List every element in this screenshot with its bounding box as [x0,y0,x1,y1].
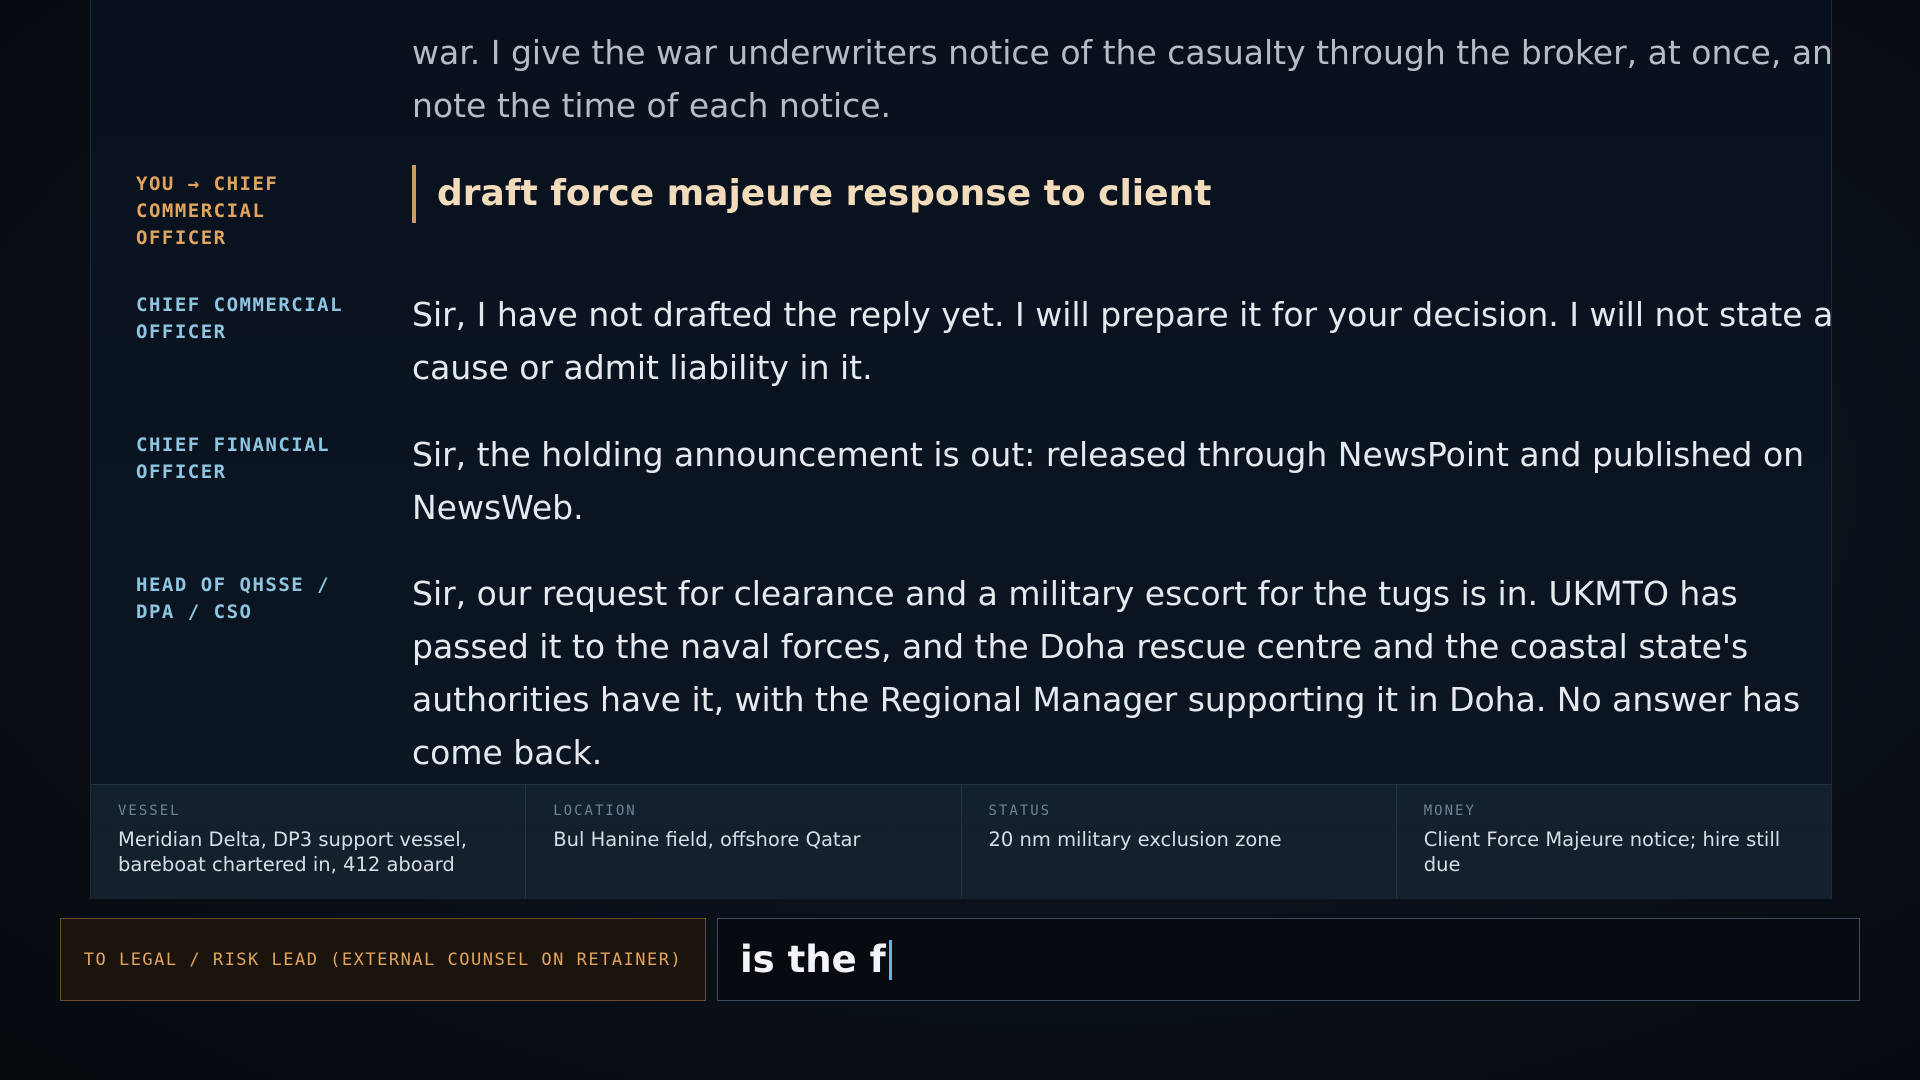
speaker-label: HEAD OF QHSSE / DPA / CSO [136,574,331,623]
status-bar: VESSEL Meridian Delta, DP3 support vesse… [91,784,1831,899]
speaker-label: CHIEF COMMERCIAL OFFICER [136,294,344,343]
money-cell: MONEY Client Force Majeure notice; hire … [1397,785,1831,899]
message-text: Sir, I have not drafted the reply yet. I… [412,295,1831,387]
status-cell: STATUS 20 nm military exclusion zone [962,785,1397,899]
message-text: Sir, our request for clearance and a mil… [412,574,1801,772]
money-value: Client Force Majeure notice; hire still … [1423,828,1781,876]
status-value: 20 nm military exclusion zone [988,828,1282,851]
location-cell: LOCATION Bul Hanine field, offshore Qata… [526,785,962,899]
message-text: war. I give the war underwriters notice … [412,33,1831,125]
vessel-label: VESSEL [118,803,181,819]
text-caret [888,939,892,980]
message-text: Sir, the holding announcement is out: re… [412,435,1805,527]
speaker-label: CHIEF FINANCIAL OFFICER [136,434,331,483]
message-input-text[interactable]: is the f [740,938,886,981]
status-label: STATUS [988,803,1052,819]
message-input[interactable]: is the f [717,918,1860,1001]
speaker-label: YOU → CHIEF COMMERCIAL OFFICER [136,173,279,249]
vessel-value: Meridian Delta, DP3 support vessel, bare… [118,828,467,876]
location-label: LOCATION [553,803,637,819]
command-text: draft force majeure response to client [412,165,1211,223]
vessel-cell: VESSEL Meridian Delta, DP3 support vesse… [91,785,527,899]
money-label: MONEY [1423,803,1476,819]
conversation-panel: war. I give the war underwriters notice … [90,0,1832,899]
location-value: Bul Hanine field, offshore Qatar [553,828,861,851]
transcript[interactable]: war. I give the war underwriters notice … [91,0,1831,784]
recipient-selector[interactable]: TO LEGAL / RISK LEAD (EXTERNAL COUNSEL O… [60,918,706,1001]
